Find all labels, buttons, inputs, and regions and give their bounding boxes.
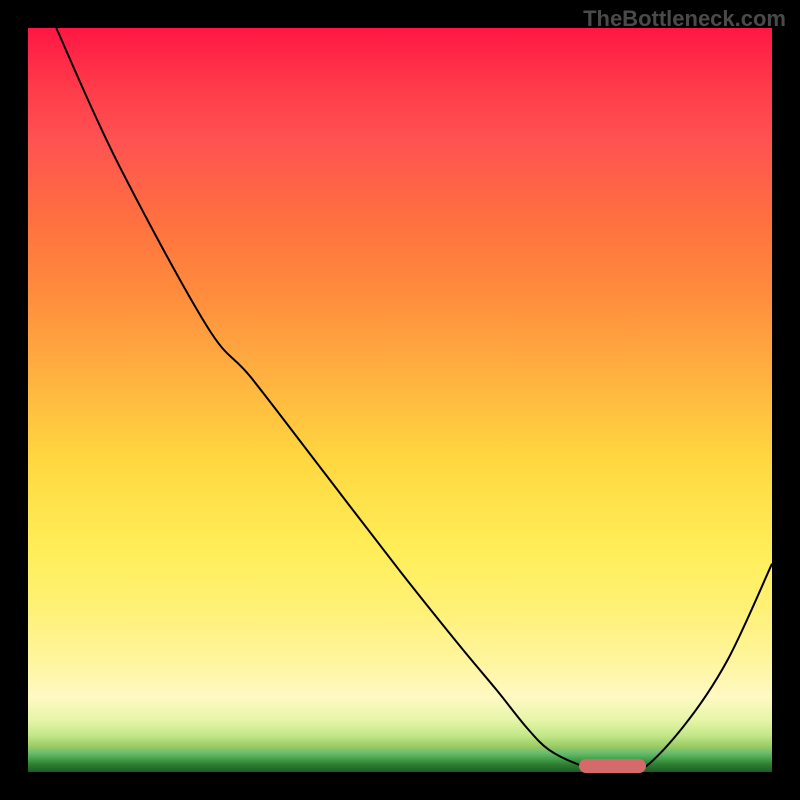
optimal-range-marker xyxy=(579,759,646,773)
bottleneck-curve xyxy=(28,28,772,772)
chart-plot-area xyxy=(28,28,772,772)
watermark-text: TheBottleneck.com xyxy=(583,6,786,32)
